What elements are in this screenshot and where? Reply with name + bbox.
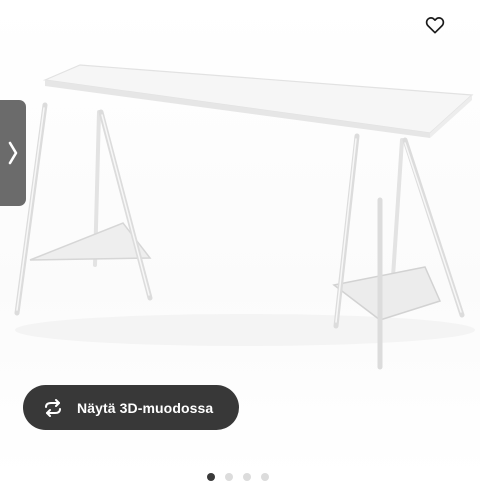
next-image-button[interactable] (0, 100, 26, 206)
favorite-button[interactable] (419, 9, 451, 41)
heart-outline-icon (425, 17, 445, 34)
table-top (42, 64, 474, 134)
view-in-3d-label: Näytä 3D-muodossa (77, 399, 214, 416)
floor-shadow (15, 314, 475, 346)
chevron-right-icon (8, 141, 18, 165)
product-image-viewer: Näytä 3D-muodossa (0, 0, 480, 481)
rotate-3d-icon (45, 398, 61, 417)
view-in-3d-button[interactable]: Näytä 3D-muodossa (23, 385, 239, 430)
right-shelf (332, 266, 442, 321)
